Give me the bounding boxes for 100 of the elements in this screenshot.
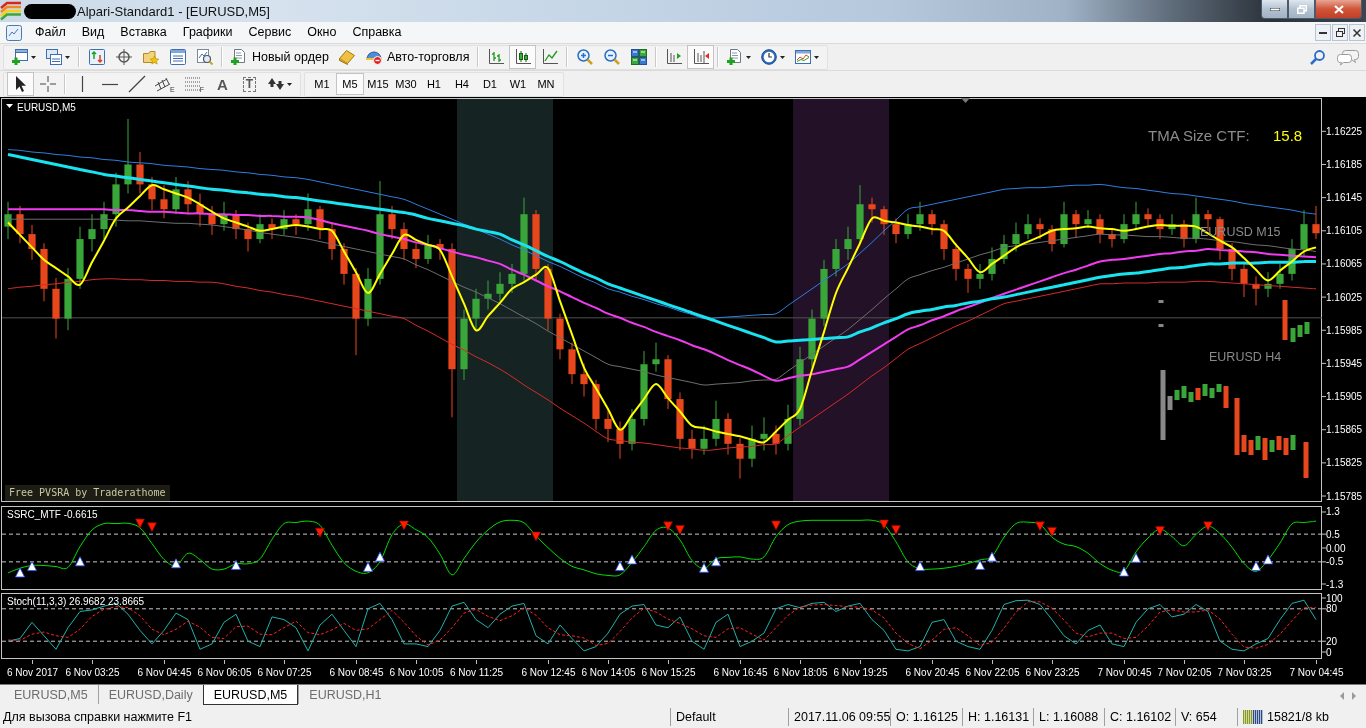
timeframe-button[interactable]: M1: [307, 73, 336, 95]
candle-body: [1132, 214, 1140, 225]
timeframe-button[interactable]: M30: [391, 73, 420, 95]
close-button[interactable]: [1315, 0, 1362, 19]
up-triangle-icon: [975, 560, 985, 570]
bar-time: 2017.11.06 09:55: [788, 708, 890, 726]
candle-wick: [1243, 263, 1245, 298]
candle-body: [580, 374, 588, 385]
candle-wick: [91, 213, 93, 252]
candle-body: [508, 273, 516, 284]
list-window-icon: [169, 49, 186, 65]
toolbar-button[interactable]: T: [235, 72, 263, 96]
candle-body: [532, 214, 540, 269]
timeframe-button[interactable]: MN: [531, 73, 560, 95]
chart-tab[interactable]: EURUSD,H1: [298, 685, 392, 704]
timeframe-button[interactable]: H4: [447, 73, 476, 95]
candle-wick: [163, 184, 165, 219]
candle-wick: [211, 205, 213, 236]
menu-item[interactable]: Графики: [174, 22, 241, 43]
candle-body: [292, 219, 300, 225]
timeframe-button[interactable]: D1: [475, 73, 504, 95]
candle-body: [88, 229, 96, 240]
chart-tab[interactable]: EURUSD,M5: [3, 685, 98, 704]
candle-wick: [751, 425, 753, 468]
minimize-button[interactable]: [1315, 24, 1331, 41]
candle-body: [496, 283, 504, 294]
toolbar-button[interactable]: [509, 45, 537, 69]
candle-body: [424, 244, 432, 259]
candle-body: [988, 258, 996, 274]
time-axis-label: 6 Nov 10:05: [389, 666, 444, 678]
minimize-icon: [1269, 7, 1280, 11]
close-button[interactable]: [1349, 24, 1365, 41]
price-axis-label: 1.15905: [1326, 391, 1363, 403]
candle-wick: [151, 176, 153, 211]
candle-wick: [739, 437, 741, 480]
menu-item[interactable]: Справка: [344, 22, 410, 43]
candle-body: [124, 164, 132, 185]
candle-body: [184, 189, 192, 205]
toolbar-button[interactable]: Авто-торговля: [360, 45, 475, 69]
toolbar-button[interactable]: [687, 45, 715, 69]
timeframe-button[interactable]: H1: [419, 73, 448, 95]
up-triangle-icon: [1131, 552, 1141, 563]
minimize-button[interactable]: [1261, 0, 1288, 19]
restore-button[interactable]: [1288, 0, 1315, 19]
menu-item[interactable]: Вид: [73, 22, 113, 43]
candle-body: [16, 214, 24, 235]
up-triangle-icon: [711, 556, 721, 567]
crosshair-icon: [39, 76, 56, 92]
candle-body: [628, 418, 636, 444]
chart-tab[interactable]: EURUSD,M5: [202, 685, 299, 705]
timeframe-button[interactable]: M15: [363, 73, 392, 95]
book-icon: [339, 49, 356, 65]
time-axis-label: 6 Nov 15:25: [641, 666, 696, 678]
restore-button[interactable]: [1332, 24, 1348, 41]
menu-item[interactable]: Файл: [27, 22, 74, 43]
price-axis-label: 1.16065: [1326, 258, 1363, 270]
candle-body: [400, 229, 408, 249]
menu-item[interactable]: Вставка: [112, 22, 175, 43]
candle-body: [796, 359, 804, 419]
candle-body: [340, 249, 348, 274]
arrows-icon: [267, 77, 284, 91]
menu-item[interactable]: Сервис: [240, 22, 300, 43]
down-triangle-icon: [1035, 521, 1045, 532]
up-triangle-icon: [15, 567, 25, 578]
timeframe-button[interactable]: M5: [335, 73, 364, 95]
chart-window-icon: [795, 49, 812, 65]
up-triangle-icon: [615, 561, 625, 571]
candle-wick: [403, 222, 405, 261]
candle-body: [112, 184, 120, 215]
up-triangle-icon: [1263, 554, 1273, 565]
down-triangle-icon: [6, 104, 13, 108]
toolbar-button[interactable]: Новый ордер: [226, 45, 334, 69]
toolbar-button[interactable]: A: [208, 72, 236, 96]
menu-item[interactable]: Окно: [299, 22, 345, 43]
candle-wick: [1111, 227, 1113, 248]
candle-body: [1192, 214, 1200, 240]
axis-label: -0.5: [1326, 556, 1344, 568]
candle-body: [160, 199, 168, 210]
time-axis-label: 6 Nov 11:25: [449, 666, 504, 678]
candle-wick: [907, 213, 909, 240]
candle-wick: [391, 205, 393, 240]
candle-body: [700, 438, 708, 449]
up-triangle-icon: [627, 554, 637, 565]
candle-wick: [283, 209, 285, 236]
candle-wick: [247, 222, 249, 252]
down-triangle-icon: [663, 521, 673, 532]
toolbar-button[interactable]: [7, 72, 34, 96]
candle-body: [316, 209, 324, 230]
candle-body: [472, 298, 480, 319]
candle-body: [460, 318, 468, 370]
candle-wick: [475, 288, 477, 331]
candle-wick: [1027, 213, 1029, 240]
timeframe-button[interactable]: W1: [503, 73, 532, 95]
axis-label: 1.3: [1326, 506, 1340, 518]
chart-tab[interactable]: EURUSD,Daily: [97, 685, 203, 704]
down-triangle-icon: [531, 531, 541, 542]
diagonal-line-icon: [128, 76, 145, 92]
candle-body: [604, 418, 612, 429]
down-triangle-icon: [135, 518, 145, 529]
candle-wick: [415, 242, 417, 269]
